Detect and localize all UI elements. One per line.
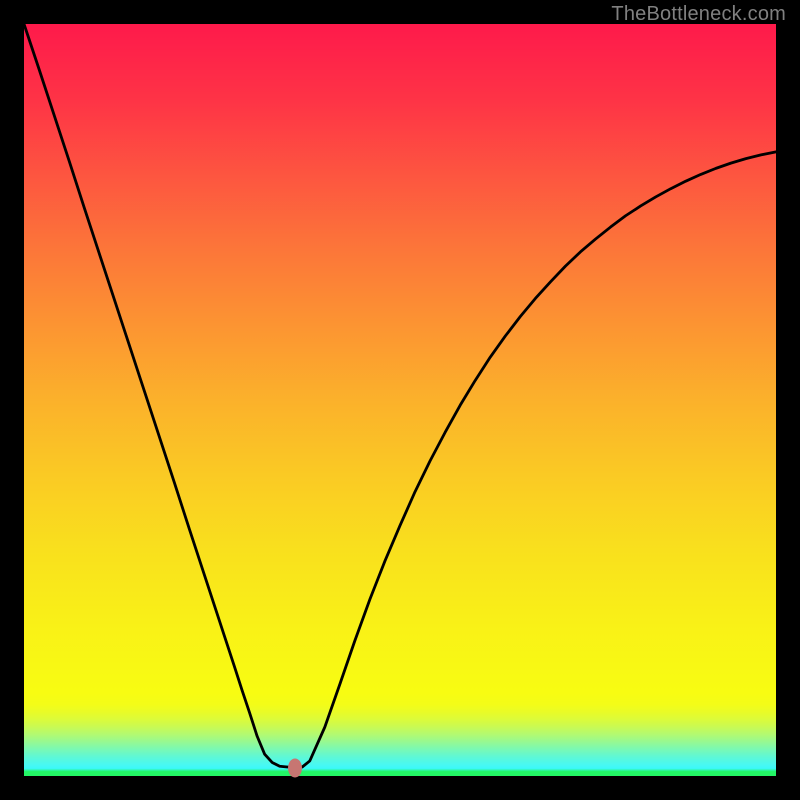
optimum-marker: [288, 758, 302, 777]
watermark-text: TheBottleneck.com: [611, 3, 786, 26]
plot-frame: [24, 24, 776, 776]
bottleneck-curve: [24, 24, 776, 776]
